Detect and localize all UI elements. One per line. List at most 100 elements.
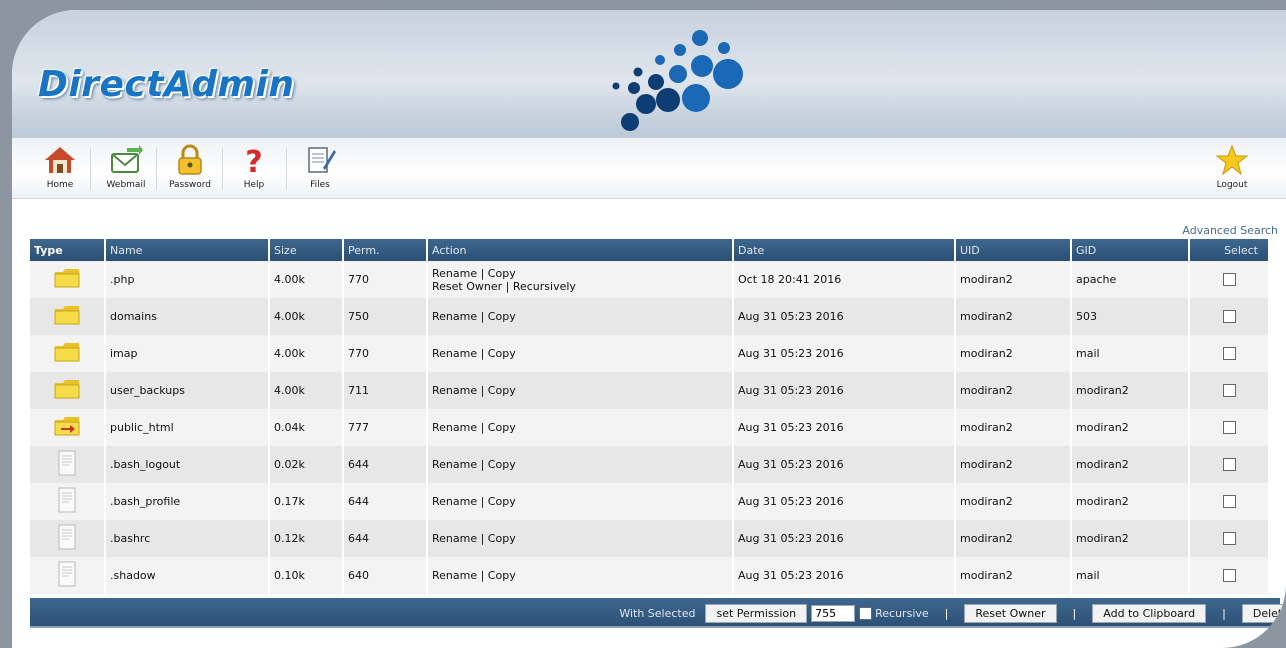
type-cell[interactable] (30, 520, 106, 557)
name-cell[interactable]: .bash_logout (105, 446, 270, 483)
select-checkbox[interactable] (1222, 495, 1236, 509)
logout-button[interactable]: Logout (1204, 140, 1260, 196)
table-row[interactable]: public_html 0.04k 777 Rename | Copy Aug … (30, 409, 1270, 446)
rename-copy-links[interactable]: Rename | Copy (432, 495, 516, 508)
perm-cell[interactable]: 644 (343, 483, 428, 520)
name-cell[interactable]: domains (105, 298, 270, 335)
name-cell[interactable]: public_html (105, 409, 270, 446)
type-cell[interactable] (30, 261, 106, 298)
perm-cell[interactable]: 770 (343, 335, 428, 372)
select-cell (1189, 335, 1270, 372)
select-checkbox[interactable] (1222, 347, 1236, 361)
col-perm[interactable]: Perm. (343, 239, 428, 261)
perm-cell[interactable]: 711 (343, 372, 428, 409)
rename-copy-links[interactable]: Rename | Copy (432, 458, 516, 471)
perm-cell[interactable]: 640 (343, 557, 428, 594)
with-selected-label: With Selected (619, 606, 696, 620)
password-button[interactable]: Password (162, 140, 218, 196)
col-date[interactable]: Date (733, 239, 956, 261)
name-cell[interactable]: .bashrc (105, 520, 270, 557)
table-row[interactable]: .bash_profile 0.17k 644 Rename | Copy Au… (30, 483, 1270, 520)
rename-copy-links[interactable]: Rename | Copy (432, 569, 516, 582)
type-cell[interactable] (30, 335, 106, 372)
file-icon (58, 561, 76, 587)
perm-cell[interactable]: 750 (343, 298, 428, 335)
uid-cell: modiran2 (955, 409, 1072, 446)
gid-cell: modiran2 (1071, 446, 1190, 483)
rename-copy-links[interactable]: Rename | Copy (432, 347, 516, 360)
name-cell[interactable]: .bash_profile (105, 483, 270, 520)
col-gid[interactable]: GID (1071, 239, 1190, 261)
footer-underline (30, 626, 1280, 628)
folder-icon (54, 343, 80, 362)
help-icon: ? (245, 145, 262, 176)
rename-copy-links[interactable]: Rename | Copy (432, 532, 516, 545)
action-cell: Rename | Copy (427, 372, 734, 409)
name-cell[interactable]: .shadow (105, 557, 270, 594)
date-cell: Aug 31 05:23 2016 (733, 298, 956, 335)
name-cell[interactable]: .php (105, 261, 270, 298)
col-uid[interactable]: UID (955, 239, 1072, 261)
size-cell: 0.10k (269, 557, 344, 594)
gid-cell: mail (1071, 335, 1190, 372)
app-frame: DirectAdmin Home Webmail Password ? Help… (12, 10, 1286, 648)
permission-input[interactable] (811, 604, 856, 622)
type-cell[interactable] (30, 409, 106, 446)
type-cell[interactable] (30, 298, 106, 335)
select-checkbox[interactable] (1222, 569, 1236, 583)
files-button[interactable]: Files (292, 140, 348, 196)
add-to-clipboard-button[interactable]: Add to Clipboard (1092, 603, 1207, 623)
col-select: Select (1189, 239, 1270, 261)
set-permission-button[interactable]: set Permission (705, 603, 808, 623)
folder-icon (54, 306, 80, 325)
table-row[interactable]: .bash_logout 0.02k 644 Rename | Copy Aug… (30, 446, 1270, 483)
name-cell[interactable]: imap (105, 335, 270, 372)
table-row[interactable]: imap 4.00k 770 Rename | Copy Aug 31 05:2… (30, 335, 1270, 372)
brand-logo[interactable]: DirectAdmin (38, 64, 294, 105)
select-checkbox[interactable] (1222, 384, 1236, 398)
table-row[interactable]: domains 4.00k 750 Rename | Copy Aug 31 0… (30, 298, 1270, 335)
select-checkbox[interactable] (1222, 310, 1236, 324)
recursive-checkbox[interactable] (859, 606, 873, 620)
perm-cell[interactable]: 770 (343, 261, 428, 298)
uid-cell: modiran2 (955, 520, 1072, 557)
reset-owner-links[interactable]: Reset Owner | Recursively (432, 280, 576, 293)
select-checkbox[interactable] (1222, 421, 1236, 435)
gid-cell: modiran2 (1071, 483, 1190, 520)
rename-copy-links[interactable]: Rename | Copy (432, 310, 516, 323)
perm-cell[interactable]: 644 (343, 520, 428, 557)
home-button[interactable]: Home (32, 140, 88, 196)
help-button[interactable]: ? Help (226, 140, 282, 196)
col-size[interactable]: Size (269, 239, 344, 261)
perm-cell[interactable]: 777 (343, 409, 428, 446)
select-checkbox[interactable] (1222, 532, 1236, 546)
size-cell: 4.00k (269, 335, 344, 372)
files-label: Files (310, 180, 330, 190)
delete-button[interactable]: Delete (1241, 603, 1286, 623)
reset-owner-button[interactable]: Reset Owner (964, 603, 1057, 623)
table-row[interactable]: .bashrc 0.12k 644 Rename | Copy Aug 31 0… (30, 520, 1270, 557)
select-cell (1189, 446, 1270, 483)
table-row[interactable]: .shadow 0.10k 640 Rename | Copy Aug 31 0… (30, 557, 1270, 594)
rename-copy-links[interactable]: Rename | Copy (432, 421, 516, 434)
select-checkbox[interactable] (1222, 273, 1236, 287)
col-type[interactable]: Type (30, 239, 106, 261)
select-cell (1189, 483, 1270, 520)
table-row[interactable]: .php 4.00k 770 Rename | Copy Reset Owner… (30, 261, 1270, 298)
rename-copy-links[interactable]: Rename | Copy (432, 384, 516, 397)
type-cell[interactable] (30, 372, 106, 409)
toolbar-divider (90, 148, 91, 190)
perm-cell[interactable]: 644 (343, 446, 428, 483)
gid-cell: modiran2 (1071, 520, 1190, 557)
webmail-button[interactable]: Webmail (98, 140, 154, 196)
type-cell[interactable] (30, 483, 106, 520)
advanced-search-link[interactable]: Advanced Search (1182, 224, 1278, 237)
table-row[interactable]: user_backups 4.00k 711 Rename | Copy Aug… (30, 372, 1270, 409)
select-checkbox[interactable] (1222, 458, 1236, 472)
name-cell[interactable]: user_backups (105, 372, 270, 409)
size-cell: 4.00k (269, 298, 344, 335)
col-name[interactable]: Name (105, 239, 270, 261)
rename-copy-links[interactable]: Rename | Copy (432, 267, 516, 280)
type-cell[interactable] (30, 557, 106, 594)
type-cell[interactable] (30, 446, 106, 483)
